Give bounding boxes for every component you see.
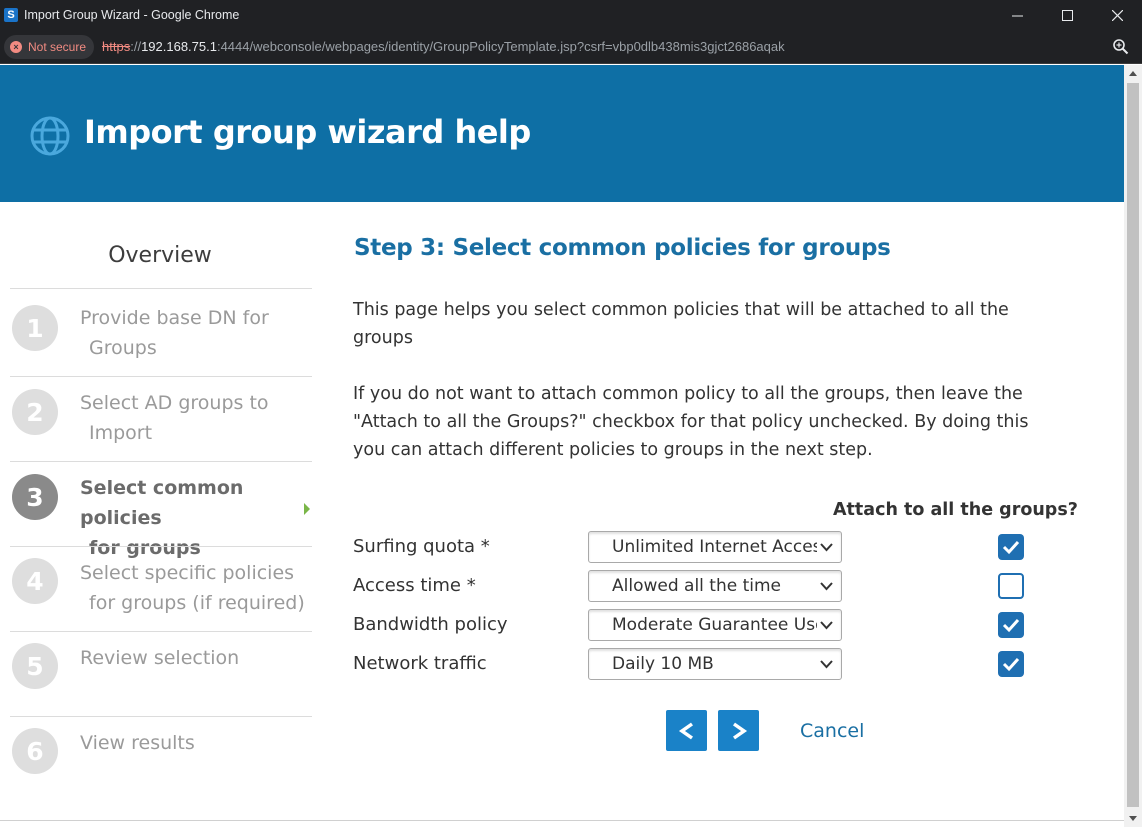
step-heading: Step 3: Select common policies for group… — [354, 235, 891, 261]
overview-title: Overview — [108, 243, 212, 268]
network-traffic-attach-checkbox[interactable] — [998, 651, 1024, 677]
step-label-6: View results — [80, 728, 312, 758]
window-title: Import Group Wizard - Google Chrome — [24, 8, 240, 22]
step-label-1-line2: Groups — [89, 337, 157, 359]
step-number-6: 6 — [12, 728, 58, 774]
bandwidth-policy-select[interactable]: Moderate Guarantee User — [588, 609, 842, 641]
page-header: Import group wizard help — [0, 65, 1124, 202]
step-label-2: Select AD groups to Import — [80, 388, 312, 448]
address-bar: × Not secure https://192.168.75.1:4444/w… — [0, 30, 1142, 64]
warning-icon: × — [10, 40, 22, 53]
active-step-marker-icon — [304, 503, 310, 515]
checkmark-icon — [1002, 657, 1020, 672]
chevron-right-icon — [732, 722, 747, 739]
chevron-down-icon — [820, 621, 833, 630]
window-controls — [992, 0, 1142, 30]
minimize-icon — [1011, 15, 1023, 16]
url-scheme: https — [102, 39, 131, 54]
sidebar-step-2[interactable]: 2 Select AD groups to Import — [10, 376, 312, 461]
scroll-up-icon — [1129, 71, 1137, 76]
sidebar-step-3[interactable]: 3 Select common policies for groups — [10, 461, 312, 559]
security-label: Not secure — [28, 39, 87, 54]
globe-icon — [30, 116, 70, 156]
maximize-button[interactable] — [1042, 0, 1092, 30]
sidebar-step-4[interactable]: 4 Select specific policies for groups (i… — [10, 546, 312, 631]
step-label-1: Provide base DN for Groups — [80, 303, 312, 363]
access-time-select[interactable]: Allowed all the time — [588, 570, 842, 602]
step-label-2-line2: Import — [89, 422, 153, 444]
next-button[interactable] — [718, 710, 759, 751]
access-time-label: Access time * — [353, 575, 476, 596]
chevron-down-icon — [820, 582, 833, 591]
step-label-6-line1: View results — [80, 732, 195, 754]
previous-button[interactable] — [666, 710, 707, 751]
sidebar-step-1[interactable]: 1 Provide base DN for Groups — [10, 288, 312, 376]
chevron-left-icon — [678, 722, 693, 739]
cancel-link[interactable]: Cancel — [800, 720, 864, 742]
app-icon: S — [4, 8, 18, 22]
minimize-button[interactable] — [992, 0, 1042, 30]
step-label-5-line1: Review selection — [80, 647, 240, 669]
chevron-down-icon — [820, 543, 833, 552]
zoom-icon[interactable] — [1112, 38, 1130, 56]
step-label-3-line1: Select common policies — [80, 477, 244, 529]
scroll-up-button[interactable] — [1124, 65, 1142, 82]
bandwidth-policy-attach-checkbox[interactable] — [998, 612, 1024, 638]
network-traffic-value: Daily 10 MB — [612, 654, 714, 674]
scroll-down-icon — [1129, 816, 1137, 821]
bandwidth-policy-value: Moderate Guarantee User — [612, 615, 817, 635]
maximize-icon — [1061, 9, 1073, 21]
access-time-value: Allowed all the time — [612, 576, 782, 596]
url-path: :4444/webconsole/webpages/identity/Group… — [216, 39, 785, 54]
bandwidth-policy-label: Bandwidth policy — [353, 614, 508, 635]
surfing-quota-attach-checkbox[interactable] — [998, 534, 1024, 560]
chevron-down-icon — [820, 660, 833, 669]
url-separator: :// — [130, 39, 142, 54]
step-label-4-line1: Select specific policies — [80, 562, 295, 584]
step-number-5: 5 — [12, 643, 58, 689]
url-field[interactable]: https://192.168.75.1:4444/webconsole/web… — [102, 39, 785, 54]
access-time-attach-checkbox[interactable] — [998, 573, 1024, 599]
instructions-paragraph: If you do not want to attach common poli… — [353, 384, 1029, 460]
step-number-1: 1 — [12, 305, 58, 351]
step-label-4: Select specific policies for groups (if … — [80, 558, 312, 618]
checkmark-icon — [1002, 618, 1020, 633]
step-number-3: 3 — [12, 474, 58, 520]
vertical-scrollbar[interactable] — [1124, 65, 1142, 827]
window-titlebar: S Import Group Wizard - Google Chrome — [0, 0, 1142, 30]
network-traffic-label: Network traffic — [353, 653, 487, 674]
step-label-1-line1: Provide base DN for — [80, 307, 269, 329]
surfing-quota-value: Unlimited Internet Access — [612, 537, 817, 557]
close-icon — [1111, 9, 1123, 21]
sidebar-step-5[interactable]: 5 Review selection — [10, 631, 312, 716]
intro-paragraph: This page helps you select common polici… — [353, 300, 1009, 348]
network-traffic-select[interactable]: Daily 10 MB — [588, 648, 842, 680]
checkmark-icon — [1002, 540, 1020, 555]
step-number-2: 2 — [12, 389, 58, 435]
url-host: 192.168.75.1 — [141, 39, 217, 54]
step-label-5: Review selection — [80, 643, 312, 673]
footer-divider — [0, 820, 1124, 821]
attach-all-header: Attach to all the groups? — [833, 500, 1078, 520]
surfing-quota-label: Surfing quota * — [353, 536, 490, 557]
step-number-4: 4 — [12, 558, 58, 604]
security-indicator[interactable]: × Not secure — [4, 34, 95, 59]
sidebar-step-6[interactable]: 6 View results — [10, 716, 312, 801]
step-label-2-line1: Select AD groups to — [80, 392, 269, 414]
close-window-button[interactable] — [1092, 0, 1142, 30]
surfing-quota-select[interactable]: Unlimited Internet Access — [588, 531, 842, 563]
scroll-down-button[interactable] — [1124, 810, 1142, 827]
page-title: Import group wizard help — [84, 113, 531, 151]
step-label-4-line2: for groups (if required) — [89, 592, 305, 614]
scroll-thumb[interactable] — [1127, 83, 1139, 807]
